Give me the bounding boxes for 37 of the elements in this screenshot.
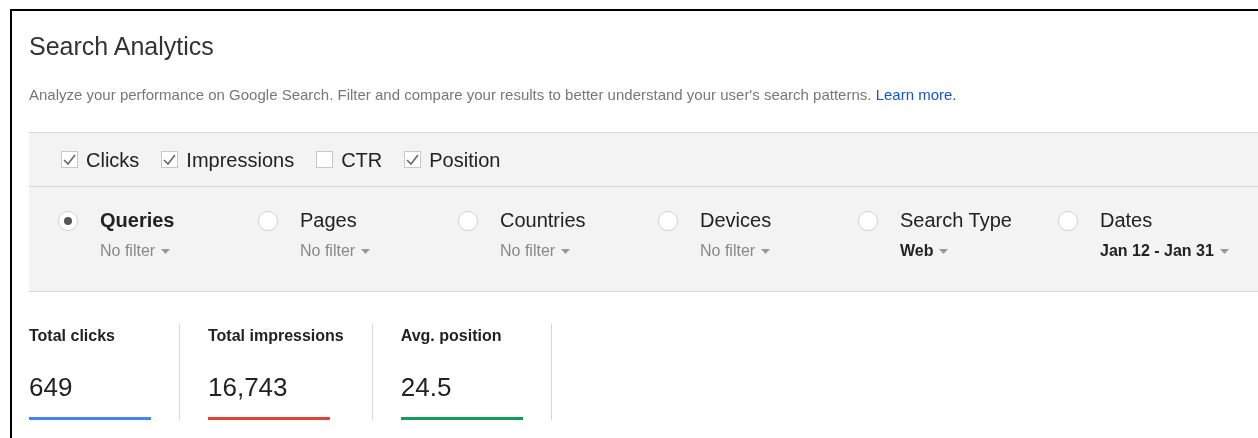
dimension-label[interactable]: Countries <box>500 207 586 233</box>
learn-more-link[interactable]: Learn more. <box>875 86 957 103</box>
metric-label: Total impressions <box>208 326 344 346</box>
checkbox-label: Clicks <box>86 147 140 173</box>
radio-button[interactable] <box>858 211 878 231</box>
radio-button[interactable] <box>458 211 478 231</box>
caret-icon <box>761 248 771 254</box>
checkbox[interactable] <box>404 151 422 168</box>
dimension-label[interactable]: Dates <box>1100 207 1229 233</box>
radio-button[interactable] <box>58 211 78 231</box>
radio-button[interactable] <box>1058 211 1078 231</box>
filter-dropdown[interactable]: Web <box>900 239 1012 263</box>
radio-button[interactable] <box>658 211 678 231</box>
caret-icon <box>561 248 571 254</box>
checkbox[interactable] <box>316 151 334 168</box>
description: Analyze your performance on Google Search. Filter and compare your results to better understand your user's search patterns. <box>29 86 872 103</box>
dimension-label[interactable]: Devices <box>700 207 772 233</box>
caret-icon <box>939 248 949 254</box>
metric-value: 24.5 <box>400 371 453 404</box>
checkbox-label: Position <box>429 147 501 173</box>
radio-button[interactable] <box>258 211 278 231</box>
checkbox[interactable] <box>161 151 179 168</box>
metric-value: 649 <box>29 371 74 404</box>
metric-value: 16,743 <box>208 371 289 404</box>
caret-icon <box>361 248 371 254</box>
metric-label: Total clicks <box>29 326 116 346</box>
page-title: Search Analytics <box>29 31 215 61</box>
checkbox[interactable] <box>61 151 78 168</box>
dimension-label[interactable]: Queries <box>100 207 175 233</box>
caret-icon <box>1219 248 1229 254</box>
caret-icon <box>161 248 171 254</box>
dimension-label[interactable]: Search Type <box>900 207 1012 233</box>
checkbox-label: CTR <box>341 147 383 173</box>
dimension-label[interactable]: Pages <box>300 207 371 233</box>
metric-label: Avg. position <box>400 326 503 346</box>
checkbox-label: Impressions <box>186 147 295 173</box>
filter-dropdown[interactable]: Jan 12 - Jan 31 <box>1100 239 1229 263</box>
